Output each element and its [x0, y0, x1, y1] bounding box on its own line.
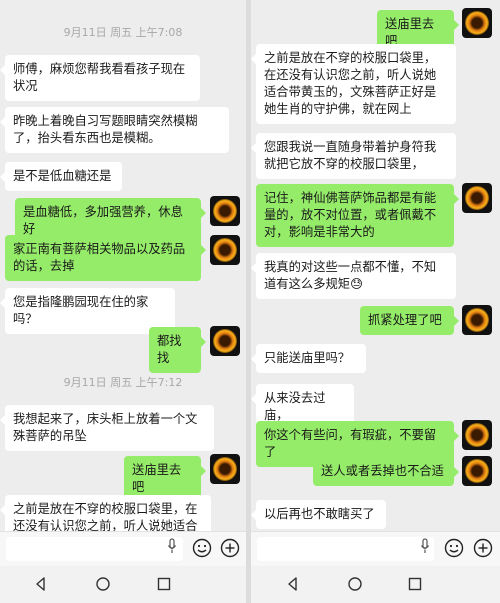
plus-icon[interactable]	[473, 538, 493, 558]
chat-input-bar	[251, 531, 500, 566]
system-nav-bar	[251, 566, 500, 603]
my-avatar[interactable]	[462, 183, 492, 213]
microphone-icon[interactable]	[420, 538, 430, 554]
avatar-image	[465, 186, 489, 210]
nav-back-icon[interactable]	[32, 575, 50, 593]
timestamp: 9月11日 周五 上午7:08	[63, 26, 183, 39]
timestamp: 9月11日 周五 上午7:12	[63, 376, 183, 389]
nav-home-icon[interactable]	[346, 575, 364, 593]
avatar-image	[465, 11, 489, 35]
message-received[interactable]: 只能送庙里吗？	[251, 344, 366, 373]
my-avatar[interactable]	[210, 454, 240, 484]
my-avatar[interactable]	[210, 235, 240, 265]
message-received[interactable]: 之前是放在不穿的校服口袋里，在还没有认识您之前，听人说她适合	[0, 495, 211, 531]
message-list[interactable]: 9月11日 周五 上午7:08 师傅，麻烦您帮我看看孩子现在状况 昨晚上着晚自习…	[0, 0, 246, 531]
avatar-image	[465, 423, 489, 447]
avatar-image	[213, 329, 237, 353]
left-chat-screenshot: 9月11日 周五 上午7:08 师傅，麻烦您帮我看看孩子现在状况 昨晚上着晚自习…	[0, 0, 246, 603]
message-received[interactable]: 之前是放在不穿的校服口袋里，在还没有认识您之前，听人说她适合带黄玉的，文殊菩萨正…	[251, 44, 456, 124]
avatar-image	[465, 308, 489, 332]
emoji-icon[interactable]	[192, 538, 212, 558]
message-received[interactable]: 昨晚上着晚自习写题眼睛突然模糊了，抬头看东西也是模糊。	[0, 107, 229, 153]
nav-home-icon[interactable]	[94, 575, 112, 593]
message-received[interactable]: 我真的对这些一点都不懂，不知道有这么多规矩😓	[251, 253, 456, 299]
nav-recents-icon[interactable]	[406, 575, 424, 593]
my-avatar[interactable]	[462, 8, 492, 38]
avatar-image	[213, 238, 237, 262]
avatar-image	[465, 459, 489, 483]
my-avatar[interactable]	[210, 196, 240, 226]
nav-recents-icon[interactable]	[155, 575, 173, 593]
message-sent[interactable]: 抓紧处理了吧	[360, 306, 459, 335]
message-received[interactable]: 您跟我说一直随身带着护身符我就把它放不穿的校服口袋里，	[251, 133, 456, 179]
emoji-icon[interactable]	[444, 538, 464, 558]
plus-icon[interactable]	[220, 538, 240, 558]
right-chat-screenshot: 送庙里去吧 之前是放在不穿的校服口袋里，在还没有认识您之前，听人说她适合带黄玉的…	[251, 0, 500, 603]
message-received[interactable]: 师傅，麻烦您帮我看看孩子现在状况	[0, 55, 200, 101]
my-avatar[interactable]	[462, 305, 492, 335]
microphone-icon[interactable]	[167, 538, 177, 554]
message-input[interactable]	[6, 537, 183, 561]
my-avatar[interactable]	[210, 326, 240, 356]
message-sent[interactable]: 家正南有菩萨相关物品以及药品的话，去掉	[5, 235, 206, 281]
message-received[interactable]: 是不是低血糖还是	[0, 162, 122, 191]
message-list[interactable]: 送庙里去吧 之前是放在不穿的校服口袋里，在还没有认识您之前，听人说她适合带黄玉的…	[251, 0, 500, 531]
avatar-image	[213, 457, 237, 481]
message-sent[interactable]: 记住，神仙佛菩萨饰品都是有能量的，放不对位置，或者佩戴不对，影响是非常大的	[256, 184, 459, 247]
my-avatar[interactable]	[462, 420, 492, 450]
chat-input-bar	[0, 531, 246, 566]
system-nav-bar	[0, 566, 246, 603]
message-received[interactable]: 我想起来了，床头柜上放着一个文殊菩萨的吊坠	[0, 405, 214, 451]
message-input[interactable]	[257, 537, 434, 561]
nav-back-icon[interactable]	[284, 575, 302, 593]
message-sent[interactable]: 送人或者丢掉也不合适	[313, 457, 459, 486]
message-sent[interactable]: 都找找	[149, 327, 206, 373]
message-received[interactable]: 以后再也不敢瞎买了	[251, 500, 386, 529]
my-avatar[interactable]	[462, 456, 492, 486]
avatar-image	[213, 199, 237, 223]
